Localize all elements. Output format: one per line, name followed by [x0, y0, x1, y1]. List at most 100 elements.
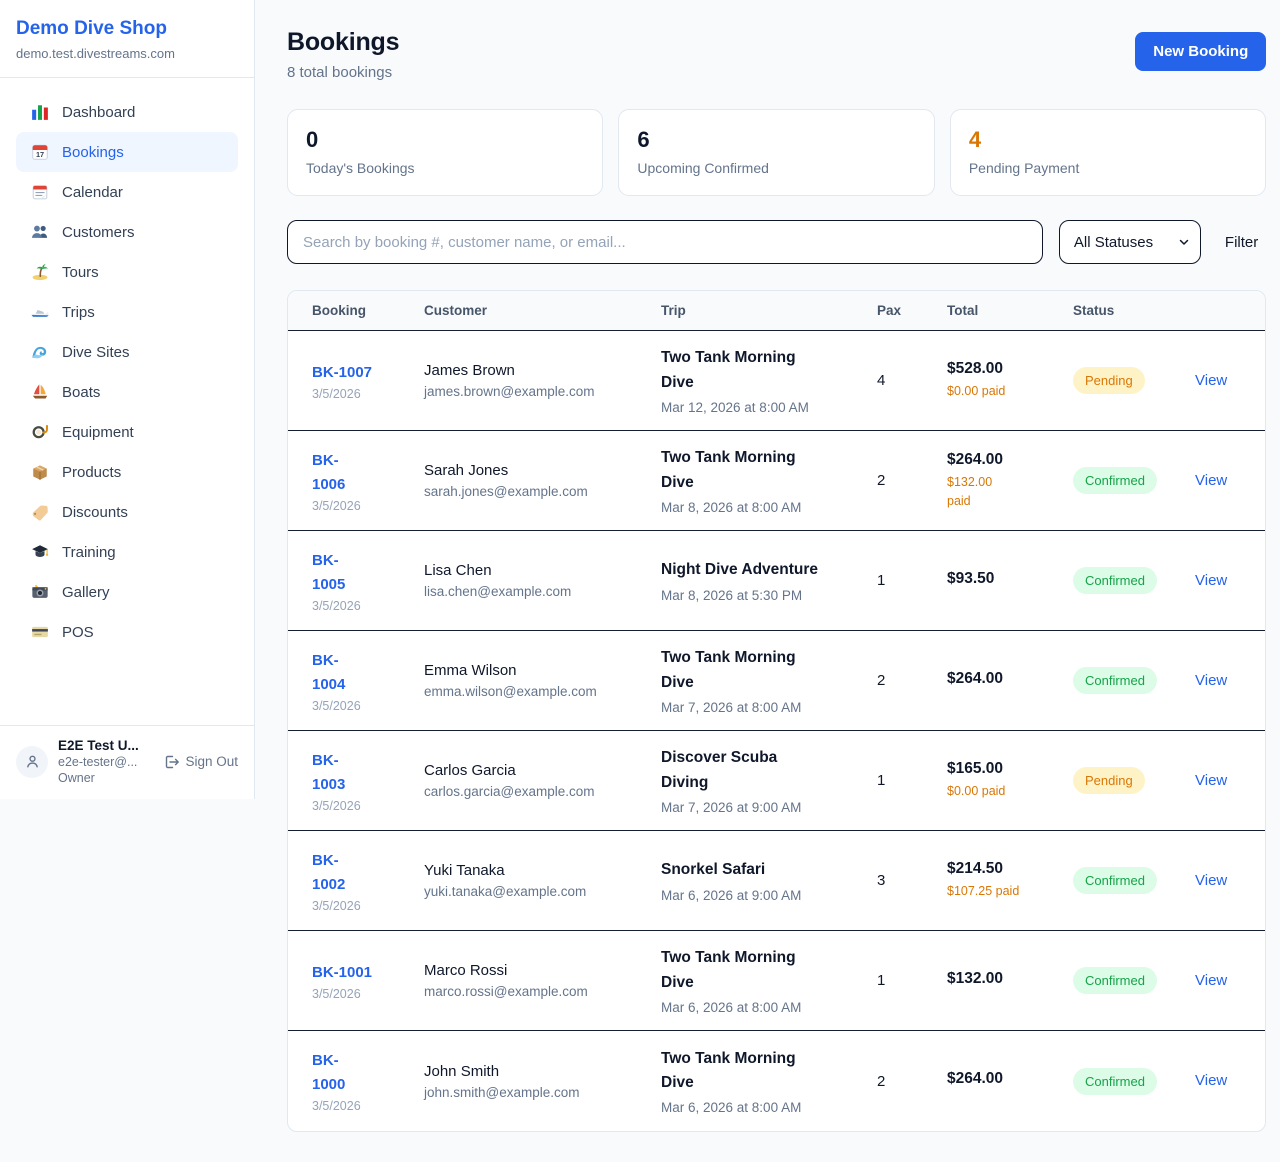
sidebar-item-label: Customers [62, 224, 135, 241]
booking-date: 3/5/2026 [312, 899, 410, 913]
table-body: BK-1007 3/5/2026 James Brown james.brown… [288, 331, 1265, 1131]
sidebar-item-dive-sites[interactable]: Dive Sites [16, 332, 238, 372]
booking-id-link[interactable]: BK- 1004 [312, 649, 345, 697]
sidebar: Demo Dive Shop demo.test.divestreams.com… [0, 0, 255, 799]
search-input[interactable] [287, 220, 1043, 264]
column-header-trip: Trip [661, 303, 877, 318]
total-amount: $264.00 [947, 670, 1059, 688]
grad-cap-icon [30, 542, 50, 562]
status-filter-select[interactable]: All Statuses [1059, 220, 1201, 264]
paid-amount: $0.00 paid [947, 782, 1059, 800]
sidebar-item-label: POS [62, 624, 94, 641]
table-row-BK-1005: BK- 1005 3/5/2026 Lisa Chen lisa.chen@ex… [288, 531, 1265, 631]
trip-name: Discover Scuba Diving [661, 746, 863, 794]
page-title: Bookings [287, 28, 399, 57]
brand-block: Demo Dive Shop demo.test.divestreams.com [0, 0, 254, 78]
trip-datetime: Mar 7, 2026 at 8:00 AM [661, 700, 863, 715]
status-badge: Pending [1073, 367, 1145, 394]
table-header-row: BookingCustomerTripPaxTotalStatus [288, 291, 1265, 331]
booking-date: 3/5/2026 [312, 599, 410, 613]
trip-name: Two Tank Morning Dive [661, 446, 863, 494]
view-link[interactable]: View [1195, 772, 1227, 789]
column-header-status: Status [1073, 303, 1195, 318]
sidebar-item-customers[interactable]: Customers [16, 212, 238, 252]
sidebar-item-pos[interactable]: POS [16, 612, 238, 652]
booking-id-link[interactable]: BK- 1003 [312, 749, 345, 797]
trip-name: Two Tank Morning Dive [661, 646, 863, 694]
column-header-customer: Customer [424, 303, 661, 318]
view-link[interactable]: View [1195, 372, 1227, 389]
table-row-BK-1001: BK-1001 3/5/2026 Marco Rossi marco.rossi… [288, 931, 1265, 1031]
sidebar-item-gallery[interactable]: Gallery [16, 572, 238, 612]
stat-card-today-s-bookings: 0 Today's Bookings [287, 109, 603, 196]
pax-count: 2 [877, 672, 947, 689]
customer-email: sarah.jones@example.com [424, 484, 647, 499]
pax-count: 2 [877, 472, 947, 489]
booking-id-link[interactable]: BK- 1000 [312, 1049, 345, 1097]
view-link[interactable]: View [1195, 972, 1227, 989]
total-amount: $165.00 [947, 760, 1059, 778]
sidebar-item-trips[interactable]: Trips [16, 292, 238, 332]
pax-count: 3 [877, 872, 947, 889]
sidebar-item-label: Equipment [62, 424, 134, 441]
pax-count: 1 [877, 572, 947, 589]
user-section: E2E Test U... e2e-tester@... Owner Sign … [0, 725, 254, 799]
filter-button[interactable]: Filter [1217, 234, 1266, 251]
customer-name: Carlos Garcia [424, 762, 647, 779]
sidebar-item-label: Products [62, 464, 121, 481]
booking-id-link[interactable]: BK-1001 [312, 961, 372, 985]
sailboat-icon [30, 382, 50, 402]
sidebar-item-equipment[interactable]: Equipment [16, 412, 238, 452]
trip-name: Two Tank Morning Dive [661, 1047, 863, 1095]
booking-id-link[interactable]: BK-1007 [312, 361, 372, 385]
trip-datetime: Mar 8, 2026 at 8:00 AM [661, 500, 863, 515]
trip-datetime: Mar 6, 2026 at 8:00 AM [661, 1000, 863, 1015]
trip-name: Snorkel Safari [661, 858, 863, 882]
speedboat-icon [30, 302, 50, 322]
status-badge: Confirmed [1073, 867, 1157, 894]
trip-datetime: Mar 12, 2026 at 8:00 AM [661, 400, 863, 415]
stat-card-pending-payment: 4 Pending Payment [950, 109, 1266, 196]
sidebar-item-dashboard[interactable]: Dashboard [16, 92, 238, 132]
sidebar-item-bookings[interactable]: 17 Bookings [16, 132, 238, 172]
booking-id-link[interactable]: BK- 1002 [312, 849, 345, 897]
view-link[interactable]: View [1195, 672, 1227, 689]
customer-email: john.smith@example.com [424, 1085, 647, 1100]
camera-icon [30, 582, 50, 602]
paid-amount: $132.00 paid [947, 473, 1059, 509]
total-amount: $528.00 [947, 360, 1059, 378]
user-name: E2E Test U... [58, 738, 139, 753]
pax-count: 4 [877, 372, 947, 389]
stat-label: Today's Bookings [306, 160, 584, 176]
view-link[interactable]: View [1195, 472, 1227, 489]
customer-email: yuki.tanaka@example.com [424, 884, 647, 899]
shop-name: Demo Dive Shop [16, 18, 238, 40]
sidebar-item-discounts[interactable]: Discounts [16, 492, 238, 532]
booking-id-link[interactable]: BK- 1006 [312, 449, 345, 497]
sidebar-item-tours[interactable]: Tours [16, 252, 238, 292]
total-amount: $132.00 [947, 970, 1059, 988]
sign-out-button[interactable]: Sign Out [163, 754, 238, 770]
customer-name: Yuki Tanaka [424, 862, 647, 879]
sidebar-item-boats[interactable]: Boats [16, 372, 238, 412]
new-booking-button[interactable]: New Booking [1135, 32, 1266, 71]
total-amount: $93.50 [947, 570, 1059, 588]
stat-value: 0 [306, 127, 584, 153]
customer-email: emma.wilson@example.com [424, 684, 647, 699]
booking-id-link[interactable]: BK- 1005 [312, 549, 345, 597]
tag-icon [30, 502, 50, 522]
sidebar-item-products[interactable]: Products [16, 452, 238, 492]
column-header-pax: Pax [877, 303, 947, 318]
view-link[interactable]: View [1195, 872, 1227, 889]
paid-amount: $0.00 paid [947, 382, 1059, 400]
trip-datetime: Mar 8, 2026 at 5:30 PM [661, 588, 863, 603]
trip-name: Night Dive Adventure [661, 558, 863, 582]
trip-datetime: Mar 7, 2026 at 9:00 AM [661, 800, 863, 815]
booking-date: 3/5/2026 [312, 987, 410, 1001]
sidebar-item-calendar[interactable]: Calendar [16, 172, 238, 212]
view-link[interactable]: View [1195, 1072, 1227, 1089]
booking-date: 3/5/2026 [312, 1099, 410, 1113]
sidebar-item-training[interactable]: Training [16, 532, 238, 572]
view-link[interactable]: View [1195, 572, 1227, 589]
booking-date: 3/5/2026 [312, 387, 410, 401]
